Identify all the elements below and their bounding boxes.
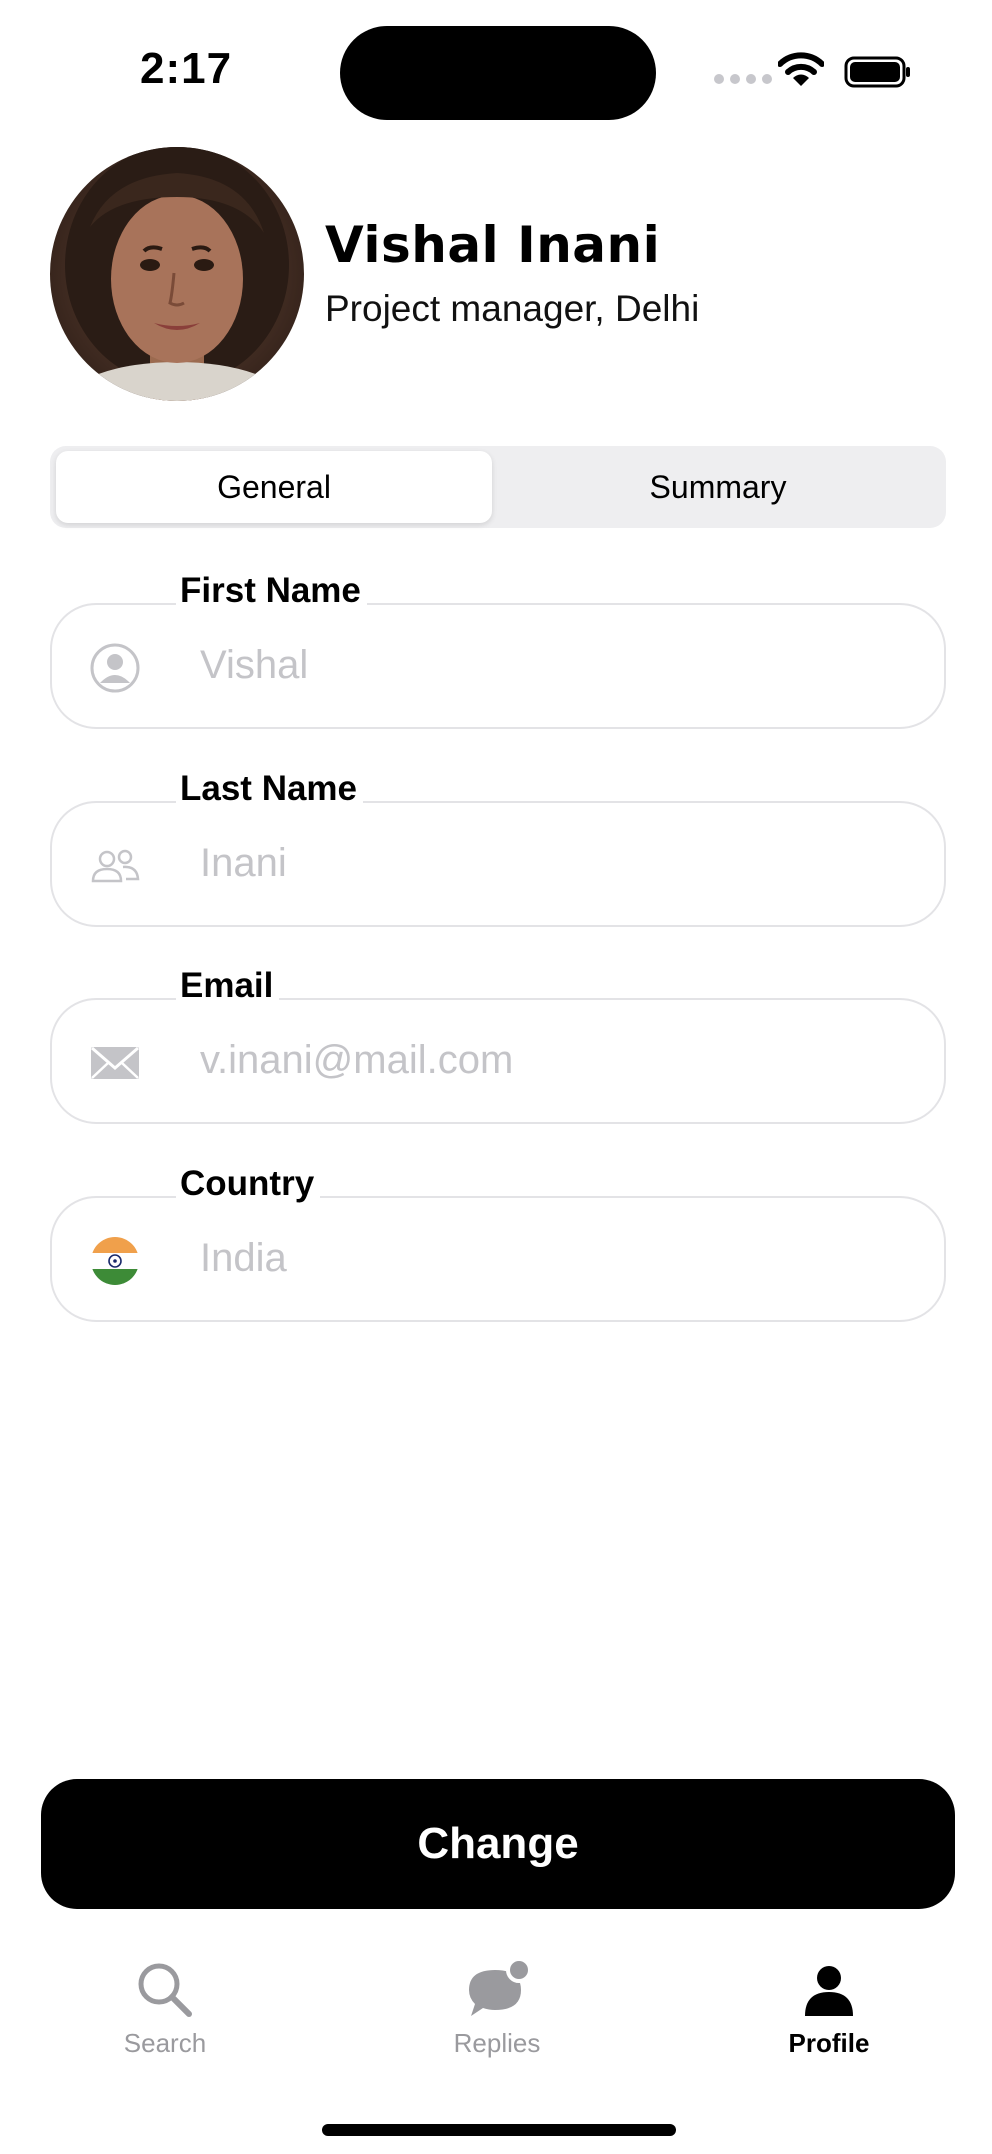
tab-profile-label: Profile: [788, 2028, 870, 2058]
profile-subtitle: Project manager, Delhi: [325, 288, 700, 329]
last-name-field[interactable]: Last Name Inani: [50, 769, 946, 927]
first-name-label: First Name: [176, 571, 367, 611]
first-name-input[interactable]: Vishal: [200, 643, 308, 688]
country-field[interactable]: Country India: [50, 1164, 946, 1322]
india-flag-icon: [91, 1237, 139, 1285]
last-name-input[interactable]: Inani: [200, 841, 287, 886]
segmented-control: General Summary: [50, 446, 946, 528]
two-people-icon: [91, 849, 140, 883]
person-icon: [90, 643, 140, 693]
battery-icon: [844, 56, 910, 88]
search-icon: [138, 1963, 192, 2017]
change-button[interactable]: Change: [41, 1779, 955, 1909]
profile-name: Vishal Inani: [325, 216, 661, 274]
last-name-label: Last Name: [176, 769, 364, 809]
person-icon: [805, 1966, 853, 2016]
envelope-icon: [91, 1046, 139, 1079]
country-input[interactable]: India: [200, 1236, 287, 1281]
signal-icon: [714, 74, 772, 84]
country-label: Country: [176, 1164, 321, 1204]
tab-general[interactable]: General: [56, 451, 492, 523]
tab-profile[interactable]: Profile: [739, 1958, 919, 2059]
first-name-field[interactable]: First Name Vishal: [50, 571, 946, 729]
tab-replies-label: Replies: [453, 2028, 541, 2058]
tab-summary[interactable]: Summary: [496, 451, 940, 523]
email-label: Email: [176, 966, 280, 1006]
dynamic-island: [340, 26, 656, 120]
chat-bubble-icon: [469, 1958, 532, 2016]
tab-replies[interactable]: Replies: [407, 1958, 587, 2059]
tab-search-label: Search: [123, 2028, 207, 2058]
wifi-icon: [778, 52, 824, 86]
status-time: 2:17: [140, 44, 233, 93]
tab-search[interactable]: Search: [75, 1958, 255, 2059]
email-input[interactable]: v.inani@mail.com: [200, 1038, 513, 1083]
home-indicator: [322, 2124, 676, 2136]
avatar: [50, 147, 304, 401]
email-field[interactable]: Email v.inani@mail.com: [50, 966, 946, 1124]
